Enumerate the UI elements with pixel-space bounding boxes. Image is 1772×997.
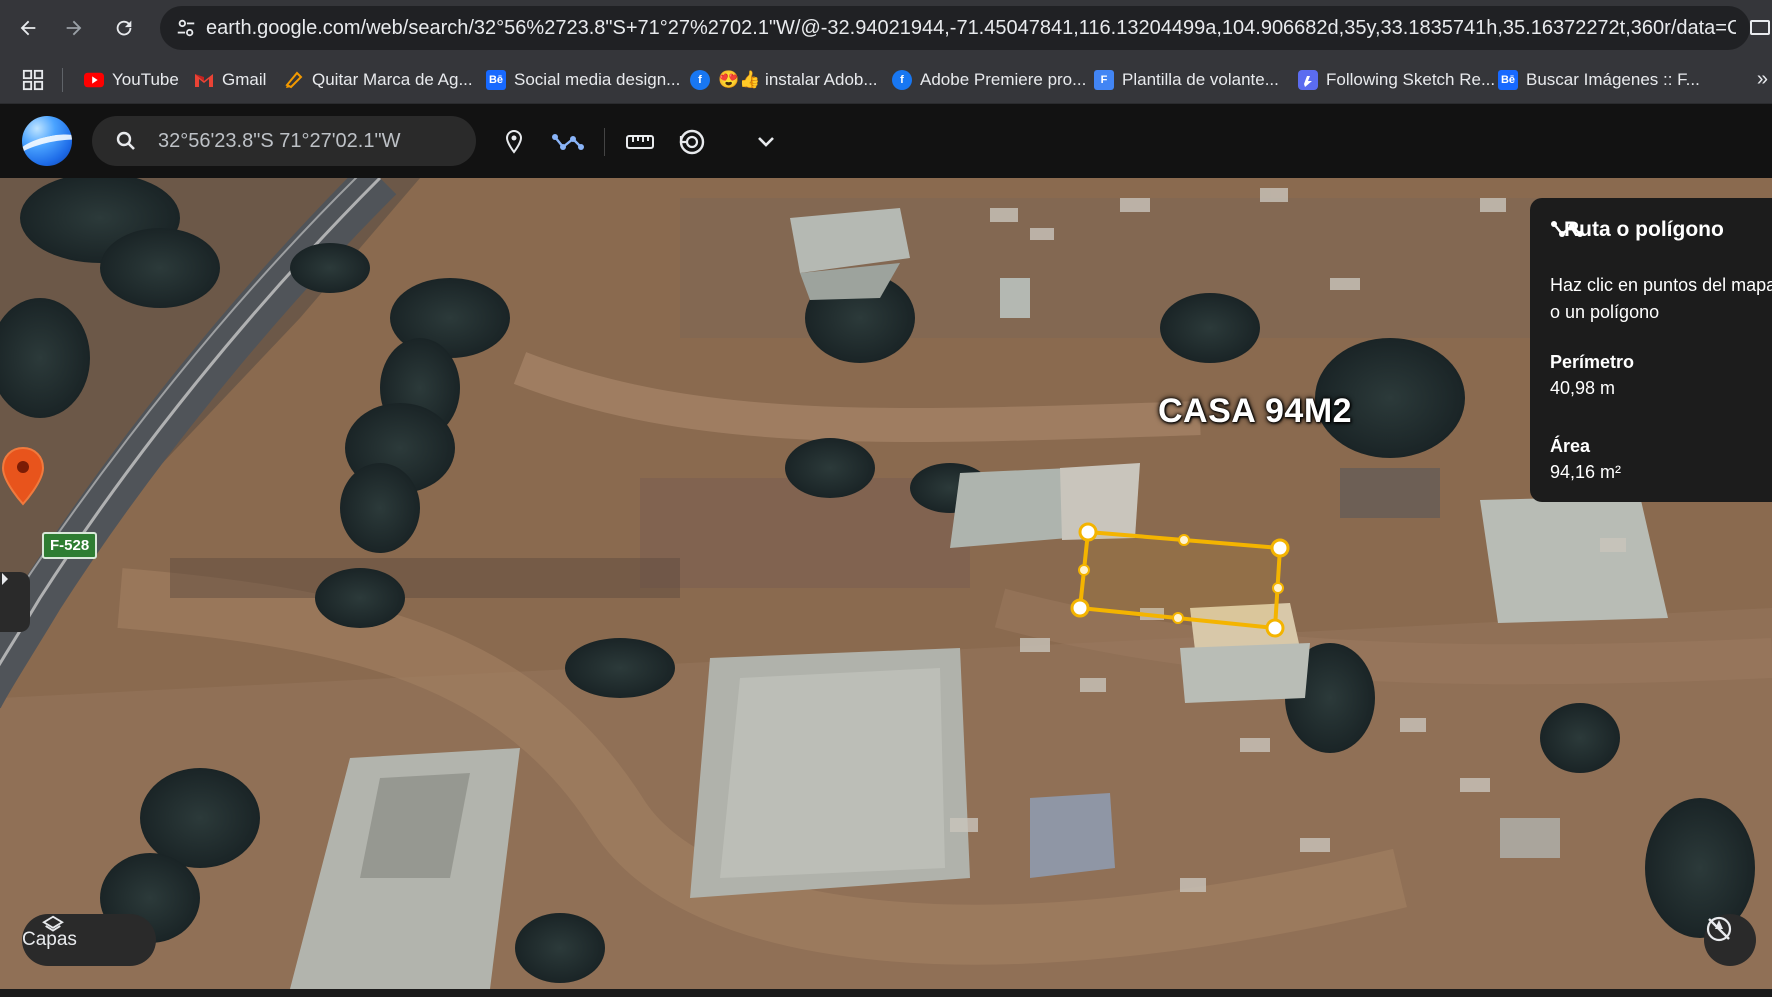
- panel-description: Haz clic en puntos del mapa o un polígon…: [1550, 272, 1772, 326]
- facebook-icon: f: [690, 70, 710, 90]
- satellite-map-view[interactable]: F-528 CASA 94M2 Ruta o polígono Haz clic…: [0, 178, 1772, 989]
- bookmark-label: Social media design...: [514, 70, 681, 89]
- gmail-icon: [194, 70, 214, 90]
- bookmark-label: Buscar Imágenes :: F...: [1526, 70, 1700, 89]
- sketch-icon: [1298, 70, 1318, 90]
- layers-icon: [42, 915, 64, 932]
- cast-icon[interactable]: [1748, 16, 1772, 40]
- area-label: Área: [1550, 436, 1591, 456]
- earth-toolbar: 32°56'23.8"S 71°27'02.1"W: [0, 104, 1772, 178]
- address-bar[interactable]: earth.google.com/web/search/32°56%2723.8…: [160, 6, 1750, 50]
- site-settings-icon[interactable]: [166, 6, 206, 50]
- draw-path-polygon-button[interactable]: [550, 128, 586, 156]
- bookmark-label: 😍👍 instalar Adob...: [718, 70, 878, 89]
- compass-off-icon: [1706, 916, 1732, 942]
- bookmark-label: Plantilla de volante...: [1122, 70, 1279, 89]
- road-sign-label: F-528: [42, 532, 98, 559]
- back-arrow-icon: [20, 20, 36, 36]
- toolbar-divider: [604, 128, 605, 156]
- bookmark-gmail[interactable]: Gmail: [194, 64, 266, 96]
- bookmark-buscar-imagenes[interactable]: Bē Buscar Imágenes :: F...: [1498, 64, 1700, 96]
- ruler-icon: [626, 135, 654, 149]
- add-placemark-button[interactable]: [500, 128, 528, 156]
- behance-icon: Bē: [1498, 70, 1518, 90]
- path-polygon-icon: [552, 134, 584, 150]
- panel-description-line: Haz clic en puntos del mapa: [1550, 275, 1772, 295]
- placemark-label[interactable]: CASA 94M2: [1158, 392, 1352, 431]
- perimeter-label: Perímetro: [1550, 352, 1635, 372]
- bookmark-social-media[interactable]: Bē Social media design...: [486, 64, 680, 96]
- bookmark-label: YouTube: [112, 70, 179, 89]
- bookmark-plantilla-volante[interactable]: F Plantilla de volante...: [1094, 64, 1279, 96]
- reset-view-button[interactable]: [1704, 914, 1756, 966]
- side-panel-toggle[interactable]: [0, 572, 30, 632]
- youtube-icon: [84, 70, 104, 90]
- bookmark-label: Gmail: [222, 70, 267, 89]
- bookmark-youtube[interactable]: YouTube: [84, 64, 179, 96]
- apps-grid-icon[interactable]: [22, 69, 44, 91]
- bookmark-adobe-premiere[interactable]: f Adobe Premiere pro...: [892, 64, 1086, 96]
- search-icon: [116, 131, 135, 150]
- google-earth-logo[interactable]: [22, 116, 72, 166]
- back-button[interactable]: [12, 12, 44, 44]
- measure-button[interactable]: [624, 128, 656, 156]
- bookmark-label: Quitar Marca de Ag...: [312, 70, 473, 89]
- satellite-imagery: [0, 178, 1772, 989]
- bottom-edge: [0, 989, 1772, 997]
- more-tools-chevron-icon[interactable]: [752, 128, 780, 156]
- perimeter-value: 40,98 m: [1550, 378, 1616, 398]
- panel-description-line: o un polígono: [1550, 302, 1660, 322]
- quitar-marca-icon: [284, 70, 304, 90]
- forms-icon: F: [1094, 70, 1114, 90]
- bookmarks-bar: YouTube Gmail Quitar Marca de Ag... Bē S…: [0, 56, 1772, 104]
- reload-button[interactable]: [108, 12, 140, 44]
- bookmark-quitar-marca[interactable]: Quitar Marca de Ag...: [284, 64, 473, 96]
- path-polygon-icon: [1551, 221, 1583, 237]
- bookmark-divider: [62, 68, 63, 92]
- behance-icon: Bē: [486, 70, 506, 90]
- search-box[interactable]: 32°56'23.8"S 71°27'02.1"W: [92, 116, 476, 166]
- area-value: 94,16 m²: [1550, 462, 1622, 482]
- reload-icon: [116, 20, 132, 36]
- panel-title: Ruta o polígono: [1564, 218, 1724, 241]
- history-icon: [679, 129, 705, 155]
- search-input[interactable]: 32°56'23.8"S 71°27'02.1"W: [158, 130, 400, 153]
- forward-arrow-icon: [66, 20, 82, 36]
- bookmark-label: Following Sketch Re...: [1326, 70, 1496, 89]
- panel-header: Ruta o polígono: [1550, 218, 1724, 242]
- forward-button[interactable]: [58, 12, 90, 44]
- placemark-pin-icon[interactable]: [0, 446, 46, 506]
- more-bookmarks-chevron-icon[interactable]: »: [1757, 68, 1768, 91]
- historical-imagery-button[interactable]: [678, 128, 706, 156]
- bookmark-following-sketch[interactable]: Following Sketch Re...: [1298, 64, 1495, 96]
- placemark-pin-icon: [505, 129, 523, 154]
- bookmark-instalar-adobe[interactable]: f 😍👍 instalar Adob...: [690, 64, 878, 96]
- chevron-right-icon: [2, 573, 8, 585]
- measure-info-panel: Ruta o polígono Haz clic en puntos del m…: [1530, 198, 1772, 502]
- url-text: earth.google.com/web/search/32°56%2723.8…: [206, 16, 1736, 39]
- browser-address-row: earth.google.com/web/search/32°56%2723.8…: [0, 0, 1772, 56]
- layers-button[interactable]: Capas: [22, 914, 156, 966]
- bookmark-label: Adobe Premiere pro...: [920, 70, 1087, 89]
- facebook-icon: f: [892, 70, 912, 90]
